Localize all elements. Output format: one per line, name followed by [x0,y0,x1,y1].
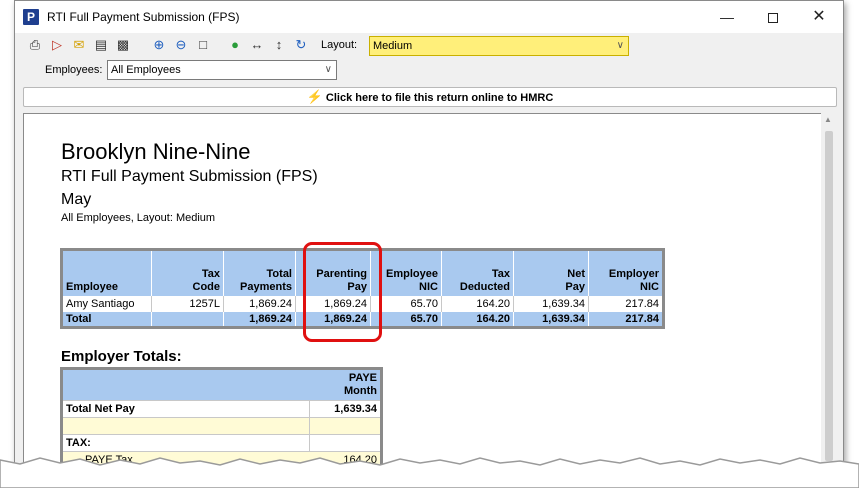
layout-label: Layout: [321,39,358,51]
toolbar: ⎙ ▷ ✉ ▤ ▩ ⊕ ⊖ □ ● ↔ ↕ ↻ Layout: Medium ∨… [15,33,843,85]
color-icon[interactable]: ● [227,37,243,53]
report-subtitle: RTI Full Payment Submission (FPS) [61,168,318,185]
lightning-icon: ⚡ [306,89,323,104]
col-employee: Employee [61,249,152,296]
totals-value [309,417,382,435]
totals-header-row: PAYE Month [61,368,382,401]
cell-tax-code: 1257L [151,295,224,312]
close-button[interactable]: ✕ [796,1,842,33]
maximize-icon [768,13,778,24]
total-tax-deducted: 164.20 [441,311,514,328]
app-icon: P [23,9,39,25]
fit-height-icon[interactable]: ↕ [271,37,287,53]
chevron-down-icon: ∨ [324,64,332,75]
total-label: Total [61,311,152,328]
minimize-button[interactable]: — [704,1,750,33]
page-icon[interactable]: □ [195,37,211,53]
refresh-icon[interactable]: ↻ [293,37,309,53]
file-online-button[interactable]: ⚡ Click here to file this return online t… [23,87,837,107]
minimize-icon: — [720,9,734,25]
cell-employee: Amy Santiago [61,295,152,312]
employees-label: Employees: [45,64,103,76]
totals-paye-month-header: PAYE Month [309,368,382,401]
layout-value: Medium [373,40,413,52]
report-window: P RTI Full Payment Submission (FPS) — ✕ … [14,0,844,470]
parenting-pay-highlight [303,242,382,342]
employees-select[interactable]: All Employees ∨ [107,60,337,80]
zoom-out-icon[interactable]: ⊖ [173,37,189,53]
cell-tax-deducted: 164.20 [441,295,514,312]
print-icon[interactable]: ⎙ [27,37,43,53]
chevron-down-icon: ∨ [616,40,624,51]
totals-label: Total Net Pay [61,400,310,418]
zoom-in-icon[interactable]: ⊕ [151,37,167,53]
email-icon[interactable]: ✉ [71,37,87,53]
employer-totals-heading: Employer Totals: [61,348,182,365]
window-title: RTI Full Payment Submission (FPS) [47,10,240,24]
save-icon[interactable]: ▩ [115,37,131,53]
clipboard-icon[interactable]: ▤ [93,37,109,53]
totals-label-header [61,368,310,401]
report-filter: All Employees, Layout: Medium [61,212,216,224]
col-employer-nic: Employer NIC [588,249,664,296]
col-net-pay: Net Pay [513,249,589,296]
pdf-icon[interactable]: ▷ [49,37,65,53]
layout-select[interactable]: Medium ∨ [369,36,629,56]
totals-spacer-row [61,417,382,435]
totals-row: Total Net Pay 1,639.34 [61,400,382,418]
totals-value: 1,639.34 [309,400,382,418]
totals-label [61,417,310,435]
totals-label: TAX: [61,434,310,452]
cell-net-pay: 1,639.34 [513,295,589,312]
scroll-up-icon[interactable]: ▲ [824,115,832,124]
maximize-button[interactable] [750,1,796,33]
company-name: Brooklyn Nine-Nine [61,139,251,164]
col-tax-deducted: Tax Deducted [441,249,514,296]
title-bar: P RTI Full Payment Submission (FPS) — ✕ [15,1,843,33]
close-icon: ✕ [812,8,826,25]
cell-employer-nic: 217.84 [588,295,664,312]
fit-width-icon[interactable]: ↔ [249,37,265,53]
file-online-label: Click here to file this return online to… [325,92,554,104]
col-total-payments: Total Payments [223,249,296,296]
total-net-pay: 1,639.34 [513,311,589,328]
totals-row: TAX: [61,434,382,452]
col-tax-code: Tax Code [151,249,224,296]
employees-value: All Employees [111,64,181,76]
report-preview: Brooklyn Nine-Nine RTI Full Payment Subm… [23,113,829,469]
torn-edge-decoration [0,457,859,488]
vertical-scrollbar[interactable]: ▲ [821,113,837,469]
scroll-thumb[interactable] [825,131,833,461]
total-employer-nic: 217.84 [588,311,664,328]
report-month: May [61,191,92,208]
total-payments: 1,869.24 [223,311,296,328]
totals-value [309,434,382,452]
cell-total-payments: 1,869.24 [223,295,296,312]
total-tax-code [151,311,224,328]
